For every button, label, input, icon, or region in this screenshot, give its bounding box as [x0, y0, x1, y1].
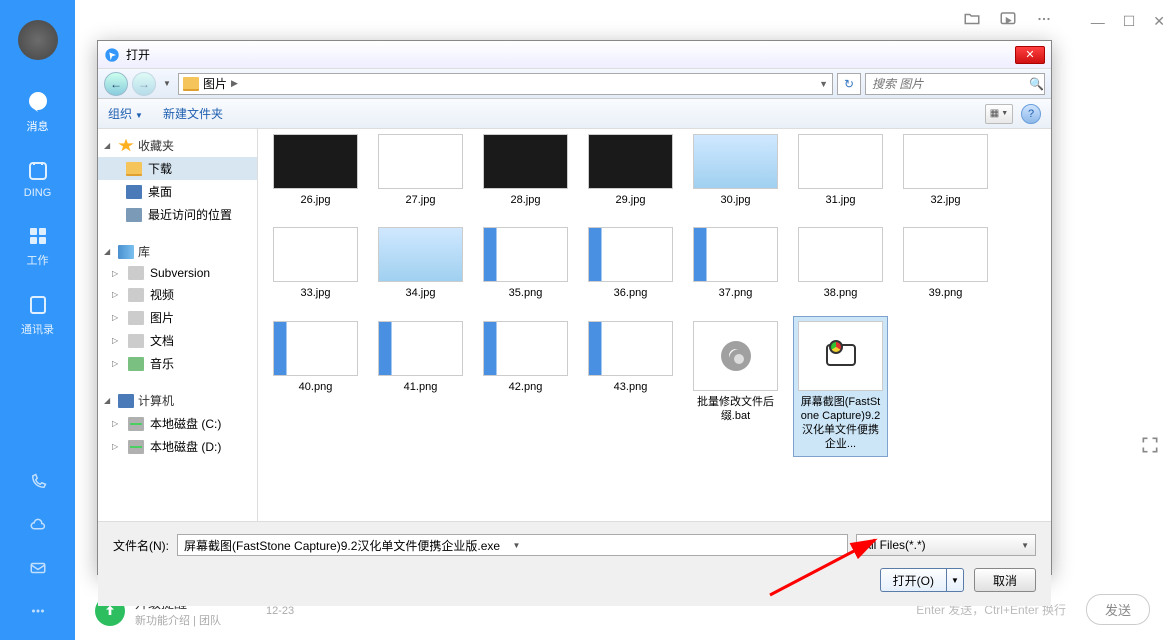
sidebar-ding[interactable]: DING [24, 159, 52, 199]
cloud-icon[interactable] [29, 516, 47, 534]
organize-button[interactable]: 组织▼ [108, 105, 143, 122]
dialog-title-icon [104, 47, 120, 63]
tree-disk-d[interactable]: ▷本地磁盘 (D:) [98, 435, 257, 458]
ding-icon [26, 159, 50, 183]
dialog-navbar: ← → ▼ 图片 ▶ ▼ ↻ 🔍 [98, 69, 1051, 99]
tree-disk-c[interactable]: ▷本地磁盘 (C:) [98, 412, 257, 435]
file-item[interactable]: 41.png [373, 316, 468, 457]
avatar[interactable] [18, 20, 58, 60]
search-box[interactable]: 🔍 [865, 73, 1045, 95]
dialog-close-button[interactable]: ✕ [1015, 46, 1045, 64]
upgrade-subtitle: 新功能介绍 | 团队 [135, 612, 221, 628]
file-item[interactable]: 42.png [478, 316, 573, 457]
upgrade-date: 12-23 [266, 605, 294, 617]
sidebar-contacts[interactable]: 通讯录 [21, 293, 54, 337]
folder-icon [183, 77, 199, 91]
app-sidebar: 消息 DING 工作 通讯录 [0, 0, 75, 640]
tree-subversion[interactable]: ▷Subversion [98, 263, 257, 283]
file-item[interactable]: 34.jpg [373, 222, 468, 305]
new-folder-button[interactable]: 新建文件夹 [163, 105, 223, 122]
file-item[interactable]: 40.png [268, 316, 363, 457]
screen-icon[interactable] [999, 10, 1017, 33]
breadcrumb-arrow[interactable]: ▶ [231, 78, 238, 89]
dialog-footer: 文件名(N): 屏幕截图(FastStone Capture)9.2汉化单文件便… [98, 521, 1051, 606]
tree-downloads[interactable]: 下载 [98, 157, 257, 180]
nav-forward-button[interactable]: → [132, 72, 156, 96]
send-button[interactable]: 发送 [1086, 594, 1150, 625]
tree-pictures[interactable]: ▷图片 [98, 306, 257, 329]
tree-music[interactable]: ▷音乐 [98, 352, 257, 375]
dialog-title: 打开 [126, 46, 1015, 63]
file-item[interactable]: 33.jpg [268, 222, 363, 305]
cancel-button[interactable]: 取消 [974, 568, 1036, 592]
filetype-select[interactable]: All Files(*.*) ▼ [856, 534, 1036, 556]
file-item[interactable]: 26.jpg [268, 129, 363, 212]
search-input[interactable] [872, 77, 1029, 91]
dialog-toolbar: 组织▼ 新建文件夹 ▦▼ ? [98, 99, 1051, 129]
open-button[interactable]: 打开(O) [880, 568, 946, 592]
messages-icon [26, 90, 50, 114]
file-item[interactable]: 27.jpg [373, 129, 468, 212]
folder-tree: ◢收藏夹 下载 桌面 最近访问的位置 ◢库 ▷Subversion ▷视频 ▷图… [98, 129, 258, 521]
address-dropdown[interactable]: ▼ [819, 79, 828, 89]
file-item[interactable]: 30.jpg [688, 129, 783, 212]
file-item[interactable]: 35.png [478, 222, 573, 305]
dialog-titlebar: 打开 ✕ [98, 41, 1051, 69]
tree-documents[interactable]: ▷文档 [98, 329, 257, 352]
sidebar-messages[interactable]: 消息 [26, 90, 50, 134]
refresh-button[interactable]: ↻ [837, 73, 861, 95]
file-item[interactable]: 39.png [898, 222, 993, 305]
close-button[interactable]: ✕ [1153, 13, 1165, 30]
maximize-button[interactable]: ☐ [1123, 13, 1136, 30]
help-button[interactable]: ? [1021, 104, 1041, 124]
tree-desktop[interactable]: 桌面 [98, 180, 257, 203]
mail-icon[interactable] [29, 559, 47, 577]
file-item[interactable]: 28.jpg [478, 129, 573, 212]
tree-libraries[interactable]: ◢库 [98, 240, 257, 263]
breadcrumb[interactable]: 图片 [203, 75, 227, 92]
nav-history-dropdown[interactable]: ▼ [160, 74, 174, 94]
file-item[interactable]: 43.png [583, 316, 678, 457]
view-mode-button[interactable]: ▦▼ [985, 104, 1013, 124]
file-item[interactable]: 36.png [583, 222, 678, 305]
search-icon[interactable]: 🔍 [1029, 77, 1044, 91]
filename-dropdown[interactable]: ▼ [513, 541, 842, 550]
file-item[interactable]: 38.png [793, 222, 888, 305]
work-icon [26, 224, 50, 248]
file-item[interactable]: 37.png [688, 222, 783, 305]
fullscreen-icon[interactable] [1140, 435, 1160, 460]
sidebar-work[interactable]: 工作 [26, 224, 50, 268]
file-list: 26.jpg27.jpg28.jpg29.jpg30.jpg31.jpg32.j… [258, 129, 1051, 521]
tree-recent[interactable]: 最近访问的位置 [98, 203, 257, 226]
open-button-dropdown[interactable]: ▼ [946, 568, 964, 592]
tree-favorites[interactable]: ◢收藏夹 [98, 134, 257, 157]
dialog-body: ◢收藏夹 下载 桌面 最近访问的位置 ◢库 ▷Subversion ▷视频 ▷图… [98, 129, 1051, 521]
file-item[interactable]: 32.jpg [898, 129, 993, 212]
contacts-icon [26, 293, 50, 317]
menu-dots-icon[interactable] [1035, 10, 1053, 33]
file-open-dialog: 打开 ✕ ← → ▼ 图片 ▶ ▼ ↻ 🔍 组织▼ 新建文件夹 ▦▼ ? [97, 40, 1052, 575]
filename-input[interactable]: 屏幕截图(FastStone Capture)9.2汉化单文件便携企业版.exe… [177, 534, 848, 556]
more-icon[interactable] [29, 602, 47, 620]
filename-label: 文件名(N): [113, 537, 169, 554]
folder-icon[interactable] [963, 10, 981, 33]
nav-back-button[interactable]: ← [104, 72, 128, 96]
tree-computer[interactable]: ◢计算机 [98, 389, 257, 412]
tree-videos[interactable]: ▷视频 [98, 283, 257, 306]
minimize-button[interactable]: — [1091, 14, 1105, 30]
file-item[interactable]: 29.jpg [583, 129, 678, 212]
phone-icon[interactable] [29, 473, 47, 491]
address-bar[interactable]: 图片 ▶ ▼ [178, 73, 833, 95]
file-item[interactable]: 屏幕截图(FastStone Capture)9.2汉化单文件便携企业... [793, 316, 888, 457]
file-item[interactable]: 批量修改文件后缀.bat [688, 316, 783, 457]
window-controls: — ☐ ✕ [963, 10, 1165, 33]
file-item[interactable]: 31.jpg [793, 129, 888, 212]
